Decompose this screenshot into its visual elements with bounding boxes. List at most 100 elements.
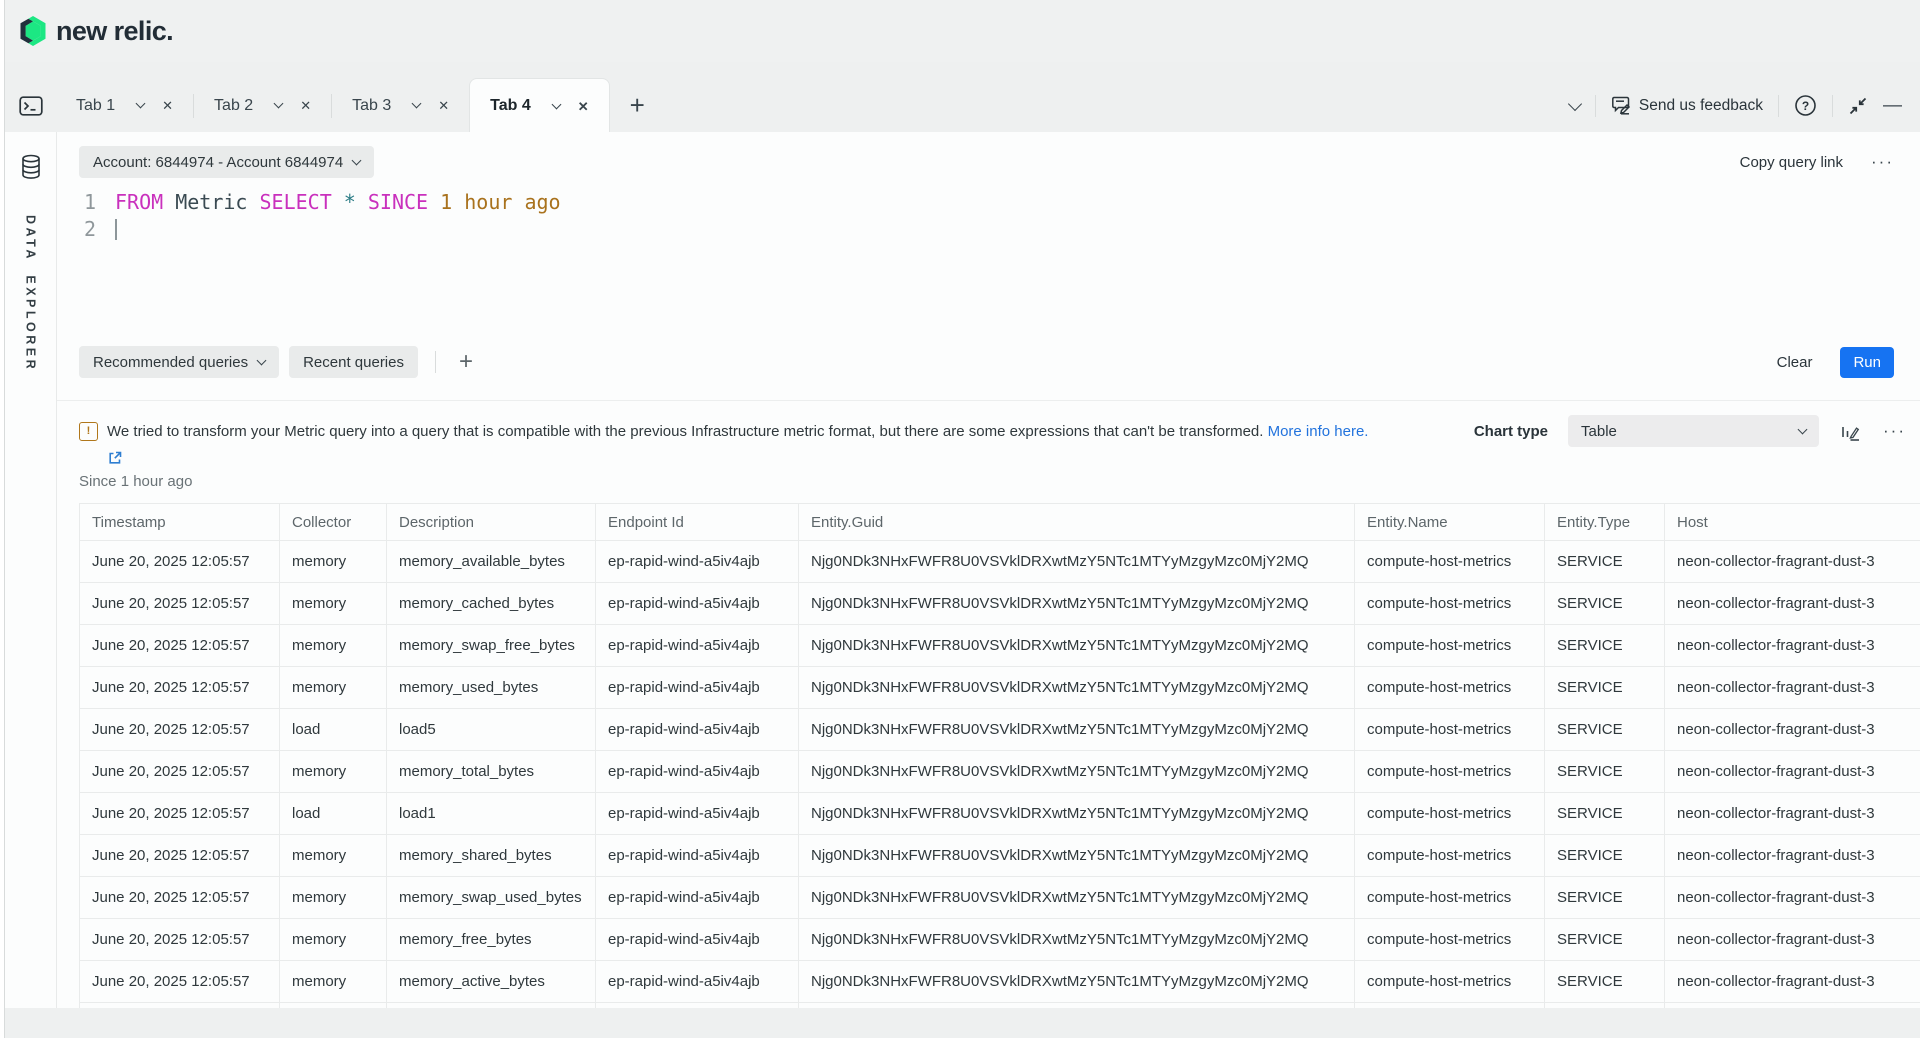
close-icon[interactable]: ✕: [162, 99, 173, 112]
recommended-queries-label: Recommended queries: [93, 354, 248, 371]
tab-label: Tab 3: [352, 97, 391, 115]
table-cell: neon-collector-fragrant-dust-3: [1665, 961, 1920, 1003]
chevron-down-icon[interactable]: [136, 99, 146, 109]
table-cell: neon-collector-fragrant-dust-3: [1665, 709, 1920, 751]
table-cell: load: [280, 709, 387, 751]
tab-tab-3[interactable]: Tab 3 ✕: [332, 79, 469, 132]
column-header: Entity.Name: [1355, 504, 1545, 541]
table-cell: ep-rapid-wind-a5iv4ajb: [596, 793, 799, 835]
collapse-window-icon[interactable]: [1848, 96, 1868, 116]
table-cell: neon-collector-fragrant-dust-3: [1665, 667, 1920, 709]
table-row: June 20, 2025 12:05:57memorymemory_swap_…: [80, 877, 1920, 919]
close-icon[interactable]: ✕: [578, 100, 589, 113]
table-cell: neon-collector-fragrant-dust-3: [1665, 877, 1920, 919]
table-cell: compute-host-metrics: [1355, 961, 1545, 1003]
table-cell: Njg0NDk3NHxFWFR8U0VSVklDRXwtMzY5NTc1MTYy…: [799, 709, 1355, 751]
run-button[interactable]: Run: [1840, 347, 1894, 378]
column-header: Endpoint Id: [596, 504, 799, 541]
custom-chart-icon[interactable]: [1839, 421, 1861, 442]
chevron-down-icon: [257, 355, 267, 365]
chevron-down-icon[interactable]: [1570, 103, 1580, 109]
tab-label: Tab 1: [76, 97, 115, 115]
table-cell: June 20, 2025 12:05:57: [80, 1003, 280, 1009]
table-cell: load1: [387, 793, 596, 835]
help-icon[interactable]: ?: [1794, 94, 1817, 117]
chevron-down-icon: [352, 155, 362, 165]
table-cell: Njg0NDk3NHxFWFR8U0VSVklDRXwtMzY5NTc1MTYy…: [799, 919, 1355, 961]
tab-bar-actions: Send us feedback ? —: [1570, 79, 1920, 132]
table-row: June 20, 2025 12:05:57memorymemory_free_…: [80, 919, 1920, 961]
send-feedback-button[interactable]: Send us feedback: [1611, 96, 1763, 115]
table-cell: SERVICE: [1545, 793, 1665, 835]
recent-queries-label: Recent queries: [303, 354, 404, 371]
add-query-button[interactable]: +: [453, 348, 479, 376]
results-table-wrap: TimestampCollectorDescriptionEndpoint Id…: [79, 503, 1920, 1008]
table-cell: ep-rapid-wind-a5iv4ajb: [596, 751, 799, 793]
query-token: *: [344, 190, 356, 214]
clear-button[interactable]: Clear: [1777, 354, 1813, 371]
table-cell: neon-collector-fragrant-dust-3: [1665, 793, 1920, 835]
recent-queries-button[interactable]: Recent queries: [289, 346, 418, 378]
query-editor[interactable]: 1 FROM Metric SELECT * SINCE 1 hour ago …: [79, 189, 1900, 243]
editor-line: 1 FROM Metric SELECT * SINCE 1 hour ago: [79, 189, 1900, 216]
table-cell: memory_available_bytes: [387, 541, 596, 583]
table-cell: compute-host-metrics: [1355, 751, 1545, 793]
brand-wordmark: new relic.: [56, 16, 173, 47]
chart-type-select[interactable]: Table: [1568, 415, 1819, 447]
recommended-queries-button[interactable]: Recommended queries: [79, 346, 279, 378]
warning-row: ! We tried to transform your Metric quer…: [79, 415, 1906, 447]
table-body: June 20, 2025 12:05:57memorymemory_avail…: [80, 541, 1920, 1009]
table-row: June 20, 2025 12:05:57memorymemory_cache…: [80, 583, 1920, 625]
table-cell: memory: [280, 1003, 387, 1009]
close-icon[interactable]: ✕: [300, 99, 311, 112]
table-cell: ep-rapid-wind-a5iv4ajb: [596, 961, 799, 1003]
tab-bar: Tab 1✕Tab 2✕Tab 3✕Tab 4✕ + Send us feedb…: [5, 62, 1920, 133]
table-cell: Njg0NDk3NHxFWFR8U0VSVklDRXwtMzY5NTc1MTYy…: [799, 751, 1355, 793]
tab-tab-2[interactable]: Tab 2✕: [194, 79, 331, 132]
table-row: June 20, 2025 12:05:57memorymemory_buffe…: [80, 1003, 1920, 1009]
tab-tab-4[interactable]: Tab 4✕: [469, 78, 610, 133]
minimize-icon[interactable]: —: [1883, 95, 1902, 117]
table-cell: memory_used_bytes: [387, 667, 596, 709]
table-cell: June 20, 2025 12:05:57: [80, 793, 280, 835]
table-header-row: TimestampCollectorDescriptionEndpoint Id…: [80, 504, 1920, 541]
table-cell: SERVICE: [1545, 961, 1665, 1003]
feedback-icon: [1611, 96, 1631, 115]
table-cell: June 20, 2025 12:05:57: [80, 835, 280, 877]
add-tab-button[interactable]: +: [610, 79, 665, 132]
tab-tab-1[interactable]: Tab 1 ✕: [56, 79, 193, 132]
table-cell: compute-host-metrics: [1355, 667, 1545, 709]
warning-message: We tried to transform your Metric query …: [107, 423, 1368, 440]
table-row: June 20, 2025 12:05:57memorymemory_used_…: [80, 667, 1920, 709]
table-cell: SERVICE: [1545, 625, 1665, 667]
results-more-options-button[interactable]: ···: [1883, 421, 1906, 441]
table-cell: June 20, 2025 12:05:57: [80, 625, 280, 667]
query-console-icon[interactable]: [5, 79, 56, 132]
query-more-options-button[interactable]: ···: [1871, 152, 1894, 172]
external-link-icon[interactable]: [107, 450, 123, 466]
divider: [1595, 95, 1596, 117]
more-info-link[interactable]: More info here.: [1268, 423, 1369, 440]
database-icon[interactable]: [20, 154, 42, 181]
chevron-down-icon: [1798, 424, 1808, 434]
account-selector[interactable]: Account: 6844974 - Account 6844974: [79, 146, 374, 178]
table-cell: Njg0NDk3NHxFWFR8U0VSVklDRXwtMzY5NTc1MTYy…: [799, 625, 1355, 667]
table-cell: memory: [280, 961, 387, 1003]
svg-text:?: ?: [1802, 99, 1809, 113]
chevron-down-icon[interactable]: [551, 99, 561, 109]
table-cell: ep-rapid-wind-a5iv4ajb: [596, 835, 799, 877]
table-cell: memory_buffers_bytes: [387, 1003, 596, 1009]
table-cell: SERVICE: [1545, 1003, 1665, 1009]
table-row: June 20, 2025 12:05:57memorymemory_share…: [80, 835, 1920, 877]
copy-query-link-button[interactable]: Copy query link: [1740, 154, 1843, 171]
main-panel: DATA EXPLORER Account: 6844974 - Account…: [5, 132, 1920, 1008]
table-cell: memory: [280, 583, 387, 625]
table-cell: memory: [280, 625, 387, 667]
table-cell: load: [280, 793, 387, 835]
table-cell: June 20, 2025 12:05:57: [80, 709, 280, 751]
chevron-down-icon[interactable]: [274, 99, 284, 109]
close-icon[interactable]: ✕: [438, 99, 449, 112]
column-header: Host: [1665, 504, 1920, 541]
table-cell: neon-collector-fragrant-dust-3: [1665, 1003, 1920, 1009]
chevron-down-icon[interactable]: [412, 99, 422, 109]
